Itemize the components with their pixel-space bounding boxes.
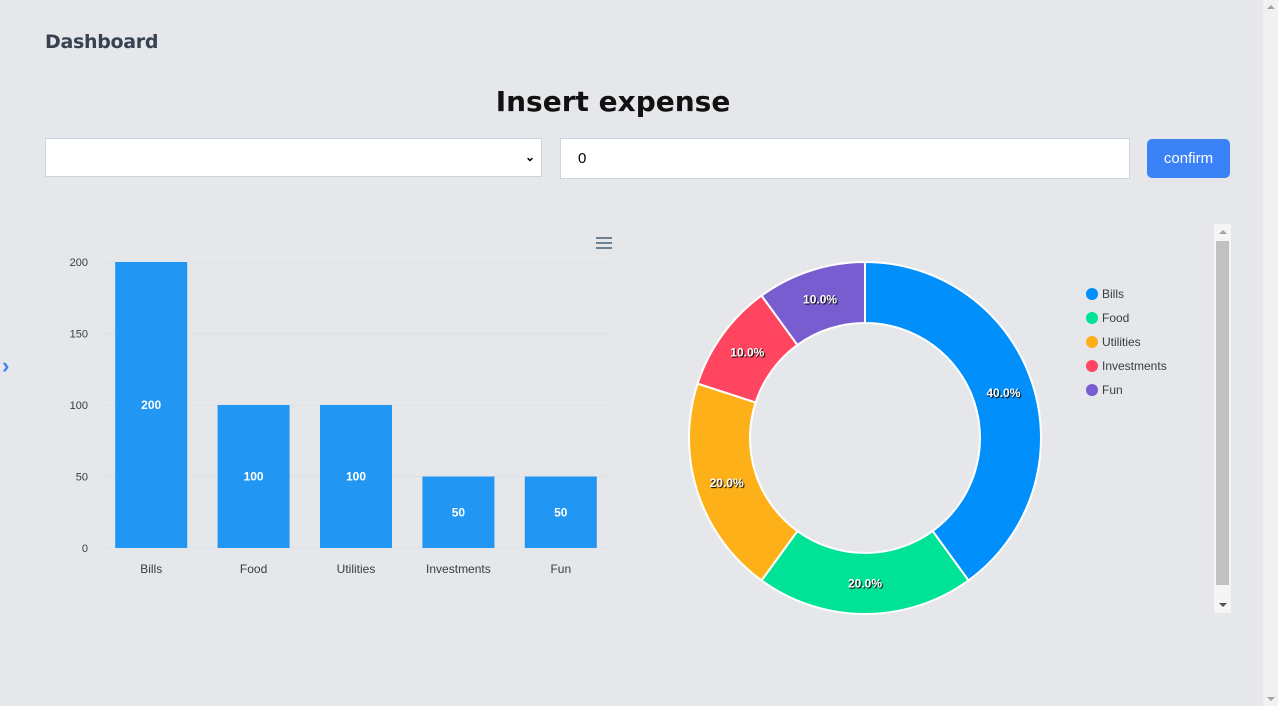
bar-data-label: 50 [452,505,466,519]
donut-chart: 40.0% 20.0% 20.0% 10.0% 10.0% [688,260,1042,615]
donut-slice [864,260,1042,582]
scroll-up-icon[interactable] [1267,5,1275,9]
legend-item[interactable]: Bills [1086,282,1167,306]
chart-scrollbar[interactable] [1214,224,1231,613]
y-tick-label: 50 [76,472,88,484]
legend-item[interactable]: Investments [1086,354,1167,378]
slice-label: 10.0% [803,293,837,307]
bar-chart: 0 50 100 150 200 200 Bills 100 Food 100 Utilities 5… [70,257,612,576]
x-tick-label: Investments [426,562,491,576]
legend-label: Food [1102,311,1130,325]
amount-input[interactable] [560,138,1130,179]
scroll-down-icon[interactable] [1267,697,1275,701]
donut-slice [760,529,970,615]
slice-label: 40.0% [986,386,1020,400]
legend-marker [1086,384,1098,396]
legend-item[interactable]: Fun [1086,378,1167,402]
page-scrollbar[interactable] [1263,0,1278,706]
x-tick-label: Food [240,562,267,576]
legend-marker [1086,360,1098,372]
x-tick-label: Fun [550,562,571,576]
slice-label: 20.0% [848,577,882,591]
scroll-thumb[interactable] [1216,241,1229,585]
x-tick-label: Bills [140,562,162,576]
slice-label: 20.0% [710,476,744,490]
legend-marker [1086,288,1098,300]
bar-data-label: 200 [141,398,161,412]
legend-marker [1086,312,1098,324]
scroll-down-icon[interactable] [1219,603,1227,607]
legend-label: Investments [1102,359,1167,373]
bar-data-label: 50 [554,505,568,519]
y-tick-label: 150 [70,329,88,341]
legend-marker [1086,336,1098,348]
legend-label: Bills [1102,287,1125,301]
legend-label: Fun [1102,383,1123,397]
legend-item[interactable]: Utilities [1086,330,1167,354]
donut-legend: Bills Food Utilities Investments Fun [1086,282,1167,402]
y-tick-label: 0 [82,543,88,555]
bar-data-label: 100 [346,470,366,484]
slice-label: 10.0% [730,345,764,359]
scroll-up-icon[interactable] [1219,230,1227,234]
x-tick-label: Utilities [337,562,376,576]
legend-item[interactable]: Food [1086,306,1167,330]
y-tick-label: 100 [70,400,88,412]
bar-data-label: 100 [244,470,264,484]
y-tick-label: 200 [70,257,88,269]
legend-label: Utilities [1102,335,1141,349]
confirm-button[interactable]: confirm [1147,139,1230,178]
